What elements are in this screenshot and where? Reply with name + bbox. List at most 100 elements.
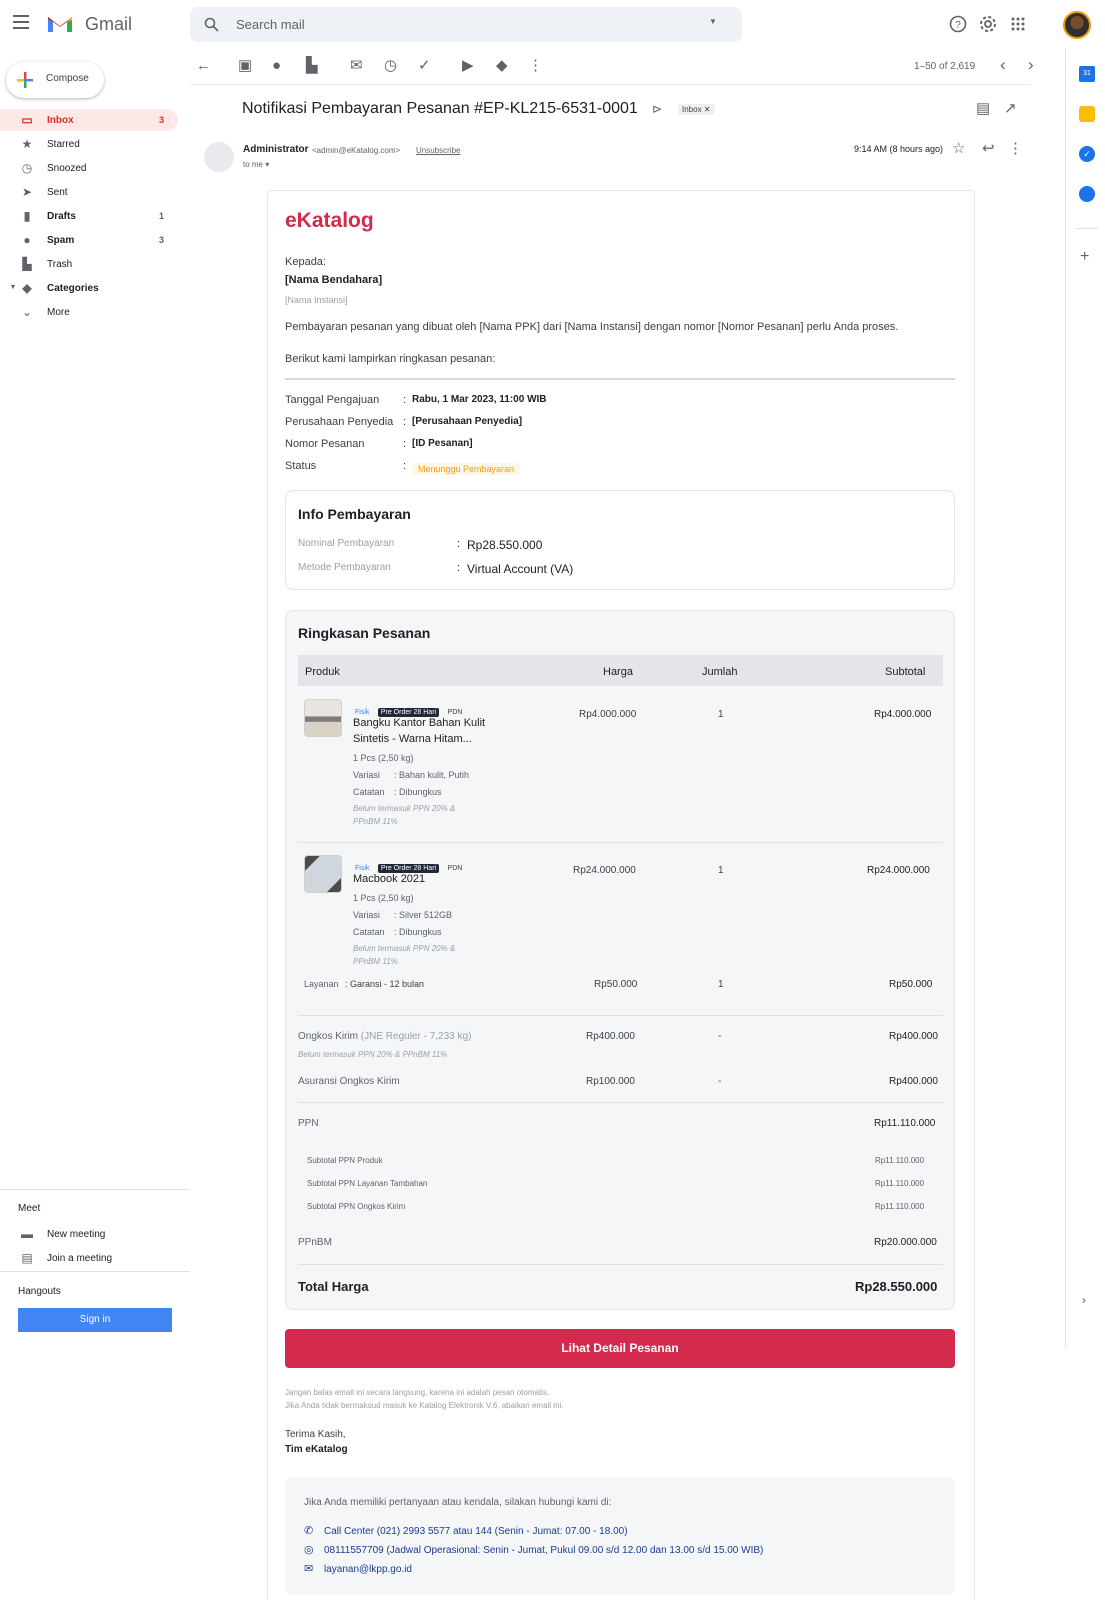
importance-icon[interactable]: ⊳: [652, 102, 662, 116]
unsubscribe-link[interactable]: Unsubscribe: [416, 146, 460, 155]
expand-panel-icon[interactable]: ›: [1082, 1293, 1086, 1307]
chip-label: Inbox: [682, 105, 702, 114]
new-meeting-item[interactable]: ▬ New meeting: [0, 1223, 178, 1245]
sender-avatar[interactable]: [204, 142, 234, 172]
badge-pdn: PDN: [447, 865, 463, 872]
phone-icon: ✆: [304, 1525, 314, 1537]
sidebar: Compose ▭ Inbox 3 ★ Starred ◷ Snoozed ➤ …: [0, 48, 190, 1600]
divider: [298, 1102, 943, 1103]
sidebar-item-count: 1: [158, 211, 164, 221]
sign-in-button[interactable]: Sign in: [18, 1308, 172, 1332]
join-meeting-item[interactable]: ▤ Join a meeting: [0, 1247, 178, 1269]
variasi-value: : Silver 512GB: [394, 910, 453, 920]
nominal-label: Nominal Pembayaran: [298, 538, 395, 549]
back-icon[interactable]: ←: [196, 57, 211, 75]
detail-colon: :: [403, 460, 407, 472]
lihat-detail-button[interactable]: Lihat Detail Pesanan: [285, 1329, 955, 1368]
sidebar-item-spam[interactable]: ● Spam 3: [0, 229, 178, 251]
sidebar-item-more[interactable]: ⌄ More: [0, 301, 178, 323]
detail-label: Nomor Pesanan: [285, 438, 365, 450]
apps-grid-icon[interactable]: [1011, 17, 1025, 31]
sidebar-item-starred[interactable]: ★ Starred: [0, 133, 178, 155]
older-icon[interactable]: ›: [1028, 56, 1034, 74]
detail-label: Tanggal Pengajuan: [285, 394, 380, 406]
ppn-sub-value: Rp11.110.000: [875, 1179, 925, 1188]
whatsapp-link[interactable]: 08111557709 (Jadwal Operasional: Senin -…: [324, 1545, 763, 1556]
sender-name[interactable]: Administrator: [243, 144, 309, 155]
label-icon[interactable]: ◆: [496, 57, 508, 75]
sidebar-item-inbox[interactable]: ▭ Inbox 3: [0, 109, 178, 131]
sender-email: <admin@eKatalog.com>: [312, 146, 401, 155]
metode-value: Virtual Account (VA): [467, 562, 574, 576]
product-harga: Rp4.000.000: [579, 709, 637, 720]
open-new-window-icon[interactable]: ↗: [1004, 100, 1017, 118]
archive-icon[interactable]: ▣: [238, 57, 252, 75]
mail-icon: ✉: [304, 1563, 314, 1575]
ppn-sub-label: Subtotal PPN Ongkos Kirim: [307, 1202, 406, 1211]
divider: [298, 1264, 943, 1265]
search-bar[interactable]: Search mail ▼: [190, 7, 742, 42]
account-avatar[interactable]: [1063, 11, 1091, 39]
newer-icon[interactable]: ‹: [1000, 56, 1006, 74]
snooze-icon[interactable]: ◷: [384, 57, 397, 75]
ongkir-label: Ongkos Kirim: [298, 1031, 359, 1042]
badge-fisik: Fisik: [355, 709, 370, 716]
draft-icon: ▮: [23, 209, 31, 223]
sidebar-item-label: More: [47, 307, 70, 318]
email-link[interactable]: layanan@lkpp.go.id: [324, 1564, 412, 1575]
call-center-link[interactable]: Call Center (021) 2993 5577 atau 144 (Se…: [324, 1526, 628, 1537]
divider: [298, 842, 943, 843]
layanan-harga: Rp50.000: [594, 979, 638, 990]
send-icon: ➤: [21, 185, 33, 199]
main-menu-icon[interactable]: [13, 15, 29, 29]
reply-icon[interactable]: ↩: [982, 140, 995, 158]
calendar-icon[interactable]: 31: [1079, 66, 1095, 82]
sidebar-item-trash[interactable]: ▙ Trash: [0, 253, 178, 275]
nominal-value: Rp28.550.000: [467, 538, 543, 552]
tax-note-2: PPnBM 11%: [353, 817, 398, 826]
product-thumbnail[interactable]: [304, 699, 342, 737]
tasks-icon[interactable]: ✓: [1079, 146, 1095, 162]
more-icon[interactable]: ⋮: [1008, 140, 1023, 158]
move-to-icon[interactable]: ▶: [462, 57, 474, 75]
help-icon[interactable]: ?: [949, 15, 967, 33]
search-options-icon[interactable]: ▼: [709, 17, 717, 26]
product-thumbnail[interactable]: [304, 855, 342, 893]
layanan-subtotal: Rp50.000: [889, 979, 933, 990]
detail-value: [ID Pesanan]: [412, 438, 473, 449]
settings-icon[interactable]: [979, 15, 997, 33]
star-icon[interactable]: ☆: [952, 140, 965, 158]
inbox-label-chip[interactable]: Inbox ✕: [678, 104, 715, 115]
total-value: Rp28.550.000: [855, 1279, 938, 1294]
add-addon-icon[interactable]: +: [1080, 248, 1089, 266]
sidebar-item-sent[interactable]: ➤ Sent: [0, 181, 178, 203]
compose-button[interactable]: Compose: [6, 62, 104, 98]
kepada-label: Kepada:: [285, 256, 326, 268]
variasi-label: Variasi: [353, 770, 380, 780]
search-input[interactable]: Search mail: [236, 17, 305, 32]
mark-unread-icon[interactable]: ✉: [350, 57, 363, 75]
add-task-icon[interactable]: ✓: [418, 57, 431, 75]
sidebar-item-snoozed[interactable]: ◷ Snoozed: [0, 157, 178, 179]
more-options-icon[interactable]: ⋮: [528, 57, 543, 75]
search-icon[interactable]: [204, 17, 219, 32]
recipient-dropdown[interactable]: to me ▾: [243, 160, 269, 169]
print-icon[interactable]: ▤: [976, 100, 990, 118]
sidebar-item-label: Starred: [47, 139, 80, 150]
keep-icon[interactable]: [1079, 106, 1095, 122]
metode-label: Metode Pembayaran: [298, 562, 391, 573]
report-spam-icon[interactable]: ●: [272, 57, 281, 75]
compose-plus-icon: [17, 72, 33, 88]
ringkasan-title: Ringkasan Pesanan: [298, 625, 431, 641]
gmail-logo-icon[interactable]: [46, 13, 74, 34]
meet-heading: Meet: [18, 1203, 41, 1214]
footer-note-1: Jangan balas email ini secara langsung, …: [285, 1388, 550, 1397]
contacts-icon[interactable]: [1079, 186, 1095, 202]
delete-icon[interactable]: ▙: [306, 57, 318, 75]
divider: [285, 378, 955, 380]
sidebar-item-label: Snoozed: [47, 163, 87, 174]
tax-note: Belum termasuk PPN 20% &: [353, 804, 456, 813]
sidebar-item-drafts[interactable]: ▮ Drafts 1: [0, 205, 178, 227]
sidebar-item-categories[interactable]: ▼ ◆ Categories: [0, 277, 178, 299]
keyboard-icon: ▤: [21, 1251, 33, 1265]
